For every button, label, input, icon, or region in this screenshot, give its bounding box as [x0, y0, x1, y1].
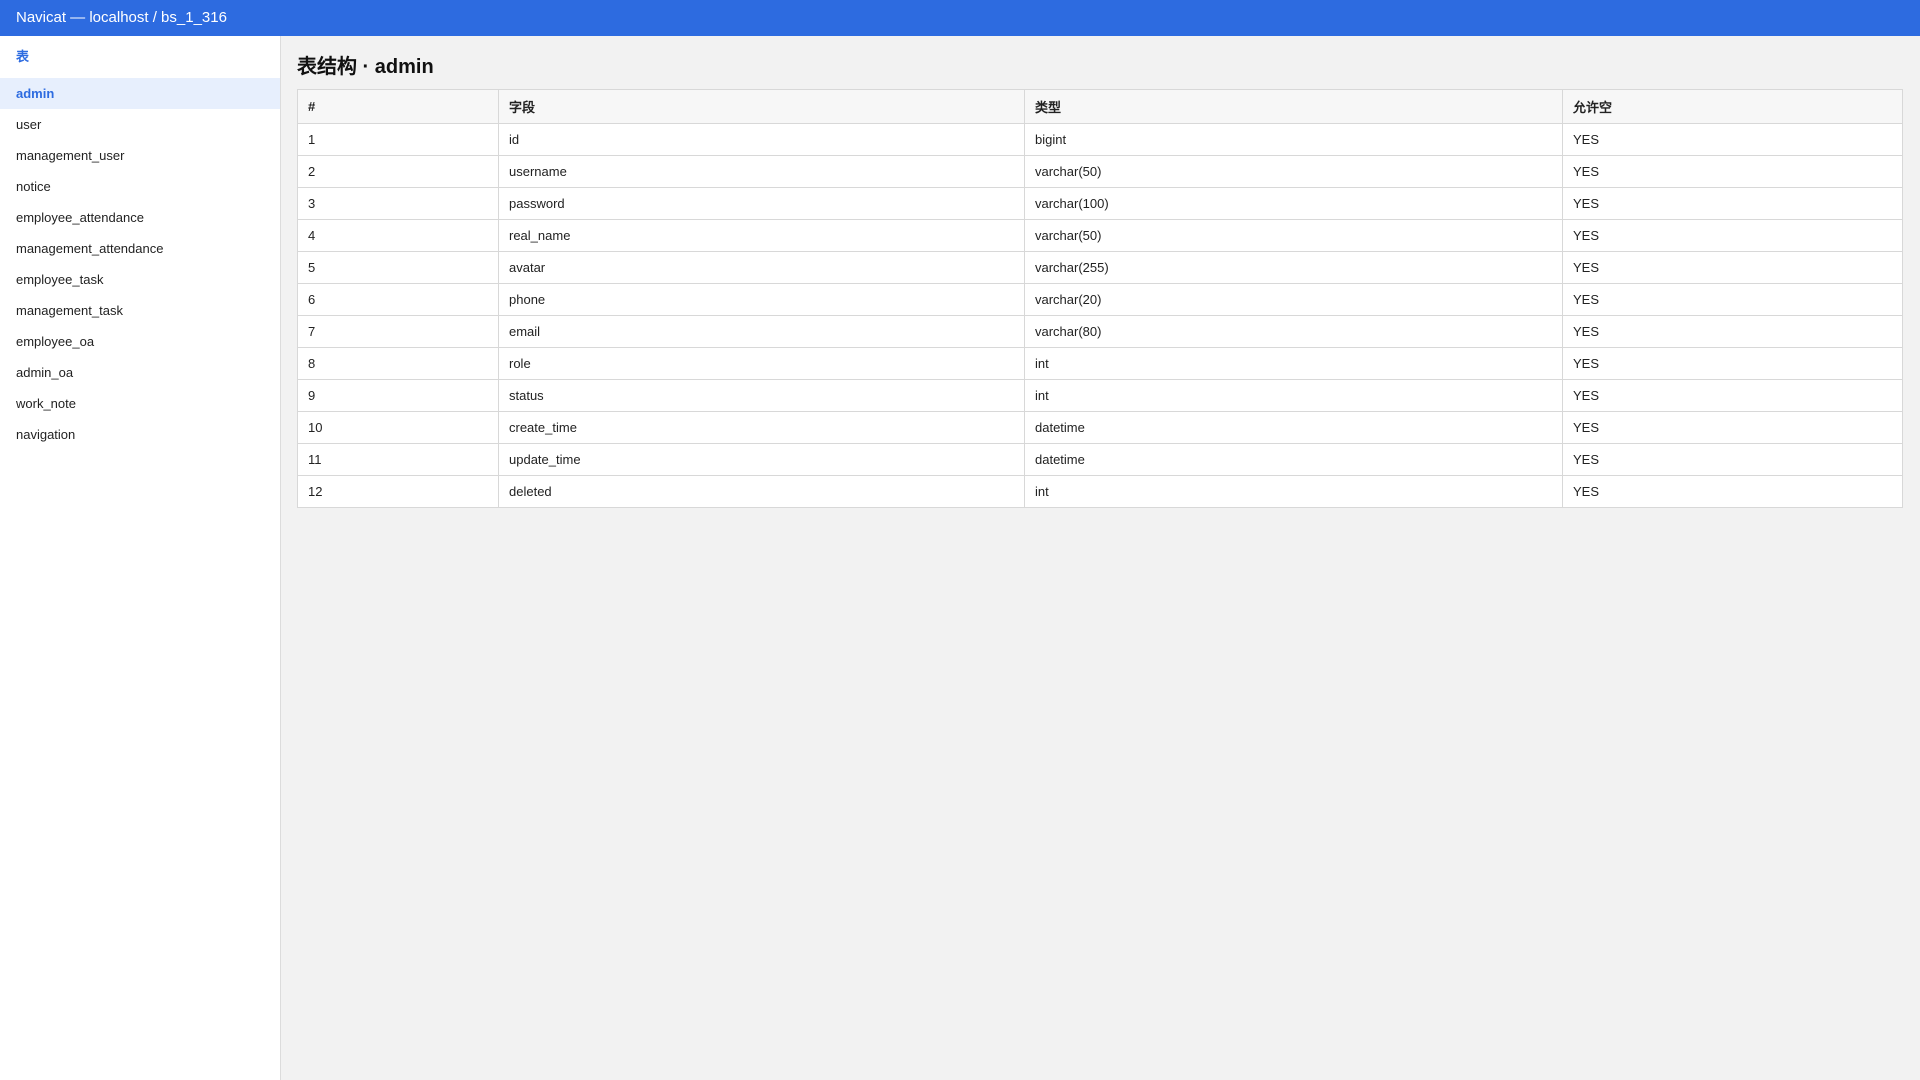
cell-nullable: YES: [1562, 475, 1903, 508]
cell-nullable: YES: [1562, 251, 1903, 284]
cell-field: status: [498, 379, 1025, 412]
cell-field: avatar: [498, 251, 1025, 284]
cell-index: 5: [297, 251, 499, 284]
cell-type: varchar(80): [1024, 315, 1563, 348]
cell-type: bigint: [1024, 123, 1563, 156]
cell-field: password: [498, 187, 1025, 220]
sidebar-item-user[interactable]: user: [0, 109, 280, 140]
sidebar-item-work-note[interactable]: work_note: [0, 388, 280, 419]
cell-field: phone: [498, 283, 1025, 316]
sidebar-item-notice[interactable]: notice: [0, 171, 280, 202]
cell-index: 1: [297, 123, 499, 156]
cell-type: datetime: [1024, 443, 1563, 476]
column-header-index[interactable]: #: [297, 89, 499, 124]
table-row[interactable]: 7 email varchar(80) YES: [297, 315, 1903, 348]
cell-type: int: [1024, 347, 1563, 380]
sidebar-item-navigation[interactable]: navigation: [0, 419, 280, 450]
cell-type: varchar(50): [1024, 155, 1563, 188]
table-header-row: # 字段 类型 允许空: [297, 89, 1903, 124]
sidebar-item-employee-task[interactable]: employee_task: [0, 264, 280, 295]
sidebar-item-management-task[interactable]: management_task: [0, 295, 280, 326]
cell-index: 6: [297, 283, 499, 316]
cell-type: datetime: [1024, 411, 1563, 444]
sidebar-table-list: admin user management_user notice employee_a…: [0, 78, 280, 450]
window-title-bar: Navicat — localhost / bs_1_316: [0, 0, 1920, 36]
table-row[interactable]: 11 update_time datetime YES: [297, 443, 1903, 476]
cell-nullable: YES: [1562, 187, 1903, 220]
table-row[interactable]: 1 id bigint YES: [297, 123, 1903, 156]
table-row[interactable]: 6 phone varchar(20) YES: [297, 283, 1903, 316]
cell-type: int: [1024, 379, 1563, 412]
cell-field: username: [498, 155, 1025, 188]
cell-index: 10: [297, 411, 499, 444]
cell-index: 12: [297, 475, 499, 508]
sidebar-item-employee-attendance[interactable]: employee_attendance: [0, 202, 280, 233]
table-row[interactable]: 12 deleted int YES: [297, 475, 1903, 508]
cell-index: 2: [297, 155, 499, 188]
cell-type: varchar(255): [1024, 251, 1563, 284]
column-header-nullable[interactable]: 允许空: [1562, 89, 1903, 124]
cell-type: int: [1024, 475, 1563, 508]
table-row[interactable]: 8 role int YES: [297, 347, 1903, 380]
cell-index: 8: [297, 347, 499, 380]
cell-nullable: YES: [1562, 315, 1903, 348]
cell-nullable: YES: [1562, 219, 1903, 252]
cell-index: 9: [297, 379, 499, 412]
cell-field: deleted: [498, 475, 1025, 508]
cell-nullable: YES: [1562, 123, 1903, 156]
cell-nullable: YES: [1562, 443, 1903, 476]
sidebar-item-admin[interactable]: admin: [0, 78, 280, 109]
cell-field: update_time: [498, 443, 1025, 476]
structure-table: # 字段 类型 允许空 1 id bigint YES 2 username varchar…: [297, 89, 1903, 508]
cell-index: 3: [297, 187, 499, 220]
table-row[interactable]: 3 password varchar(100) YES: [297, 187, 1903, 220]
table-row[interactable]: 9 status int YES: [297, 379, 1903, 412]
cell-field: role: [498, 347, 1025, 380]
cell-nullable: YES: [1562, 379, 1903, 412]
cell-index: 7: [297, 315, 499, 348]
sidebar-item-employee-oa[interactable]: employee_oa: [0, 326, 280, 357]
cell-field: email: [498, 315, 1025, 348]
cell-nullable: YES: [1562, 283, 1903, 316]
table-row[interactable]: 4 real_name varchar(50) YES: [297, 219, 1903, 252]
cell-nullable: YES: [1562, 155, 1903, 188]
cell-type: varchar(20): [1024, 283, 1563, 316]
table-body: 1 id bigint YES 2 username varchar(50) YES 3 pass…: [297, 123, 1903, 508]
main-panel: 表结构 · admin # 字段 类型 允许空 1 id bigint YES 2 use…: [281, 36, 1920, 1080]
sidebar-item-management-attendance[interactable]: management_attendance: [0, 233, 280, 264]
cell-index: 11: [297, 443, 499, 476]
sidebar-item-management-user[interactable]: management_user: [0, 140, 280, 171]
sidebar-item-admin-oa[interactable]: admin_oa: [0, 357, 280, 388]
sidebar: 表 admin user management_user notice employee…: [0, 36, 281, 1080]
cell-index: 4: [297, 219, 499, 252]
cell-type: varchar(50): [1024, 219, 1563, 252]
app-layout: 表 admin user management_user notice employee…: [0, 36, 1920, 1080]
cell-field: create_time: [498, 411, 1025, 444]
column-header-type[interactable]: 类型: [1024, 89, 1563, 124]
cell-field: real_name: [498, 219, 1025, 252]
table-row[interactable]: 10 create_time datetime YES: [297, 411, 1903, 444]
cell-nullable: YES: [1562, 411, 1903, 444]
window-title: Navicat — localhost / bs_1_316: [16, 9, 227, 26]
cell-nullable: YES: [1562, 347, 1903, 380]
cell-type: varchar(100): [1024, 187, 1563, 220]
column-header-field[interactable]: 字段: [498, 89, 1025, 124]
table-row[interactable]: 2 username varchar(50) YES: [297, 155, 1903, 188]
table-row[interactable]: 5 avatar varchar(255) YES: [297, 251, 1903, 284]
page-title: 表结构 · admin: [297, 56, 434, 78]
cell-field: id: [498, 123, 1025, 156]
sidebar-header: 表: [16, 49, 30, 64]
